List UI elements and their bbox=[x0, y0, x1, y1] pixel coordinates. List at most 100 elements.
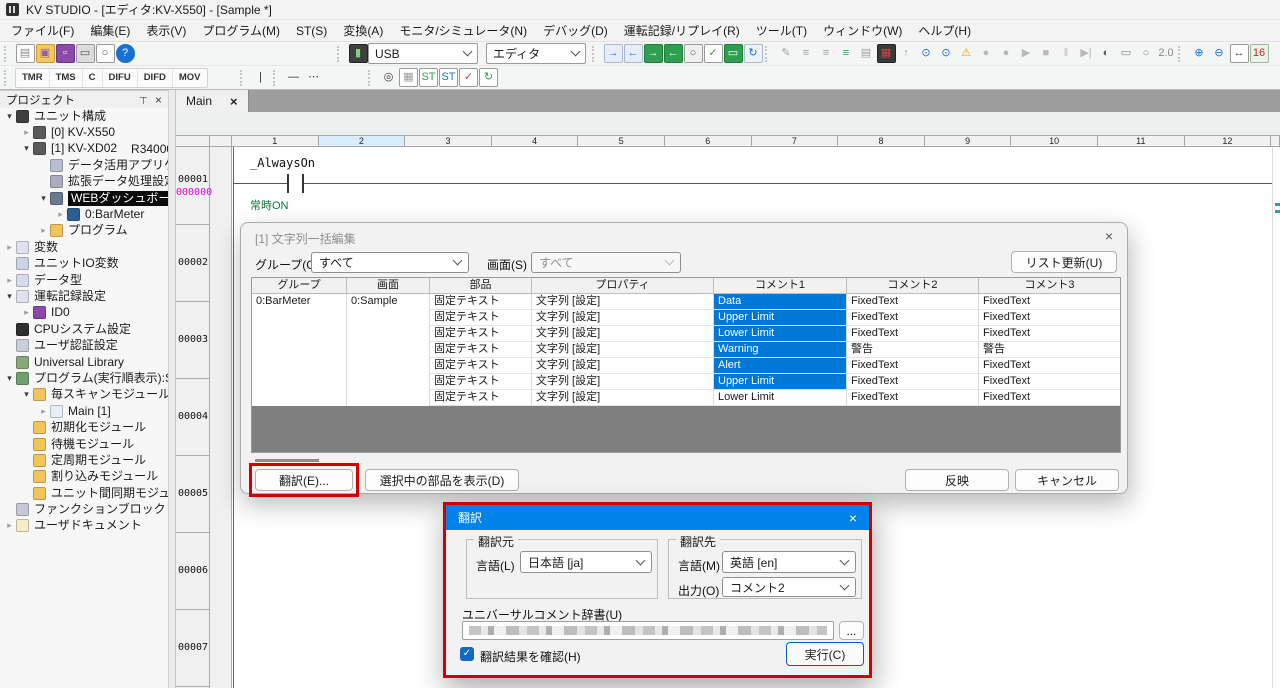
tree-item-21[interactable]: 定周期モジュール bbox=[0, 452, 168, 468]
play-icon[interactable]: ▶ bbox=[1017, 44, 1036, 63]
table-row-6[interactable]: 固定テキスト文字列 [設定]Upper LimitFixedTextFixedT… bbox=[252, 374, 1120, 390]
tree-item-9[interactable]: ユニットIO変数 bbox=[0, 256, 168, 272]
panel-close-icon[interactable]: × bbox=[155, 93, 162, 107]
plc-write-icon[interactable]: → bbox=[644, 44, 663, 63]
script-check-icon[interactable]: ✓ bbox=[459, 68, 478, 87]
instruction-button-difu[interactable]: DIFU bbox=[103, 69, 138, 87]
expander-closed-icon[interactable]: ▸ bbox=[3, 275, 16, 286]
contact-symbol-icon[interactable]: | bbox=[251, 68, 270, 87]
print-preview-icon[interactable]: ○ bbox=[96, 44, 115, 63]
menu-item-8[interactable]: デバッグ(D) bbox=[535, 20, 616, 41]
expander-closed-icon[interactable]: ▸ bbox=[37, 225, 50, 236]
plc-comm-icon[interactable]: ▮ bbox=[349, 44, 368, 63]
tree-item-5[interactable]: ▾WEBダッシュボード bbox=[0, 190, 168, 206]
monitor-run-icon[interactable]: ▭ bbox=[724, 44, 743, 63]
translate-button[interactable]: 翻訳(E)... bbox=[255, 469, 353, 491]
table-column-header-3[interactable]: 部品 bbox=[430, 278, 532, 294]
horizontal-scrollbar-thumb[interactable] bbox=[255, 459, 319, 462]
tree-item-8[interactable]: ▸変数 bbox=[0, 239, 168, 255]
expander-closed-icon[interactable]: ▸ bbox=[37, 406, 50, 417]
line-dashed-icon[interactable]: ⋯ bbox=[304, 68, 323, 87]
expander-closed-icon[interactable]: ▸ bbox=[54, 209, 67, 220]
monitor-alert-icon[interactable]: ⚠ bbox=[957, 44, 976, 63]
apply-button[interactable]: 反映 bbox=[905, 469, 1009, 491]
expander-closed-icon[interactable]: ▸ bbox=[3, 520, 16, 531]
expander-open-icon[interactable]: ▾ bbox=[20, 389, 33, 400]
expander-open-icon[interactable]: ▾ bbox=[3, 291, 16, 302]
help-icon[interactable]: ? bbox=[116, 44, 135, 63]
record-stop-icon[interactable]: ● bbox=[997, 44, 1016, 63]
menu-item-11[interactable]: ウィンドウ(W) bbox=[815, 20, 910, 41]
table-column-header-1[interactable]: グループ bbox=[252, 278, 347, 294]
cancel-button[interactable]: キャンセル bbox=[1015, 469, 1119, 491]
menu-item-2[interactable]: 編集(E) bbox=[82, 20, 138, 41]
instruction-button-mov[interactable]: MOV bbox=[173, 69, 207, 87]
table-column-header-2[interactable]: 画面 bbox=[347, 278, 430, 294]
plc-read-icon[interactable]: ← bbox=[664, 44, 683, 63]
tree-item-23[interactable]: ユニット間同期モジュール bbox=[0, 485, 168, 501]
panel-splitter[interactable] bbox=[168, 90, 176, 688]
stop-icon[interactable]: ■ bbox=[1037, 44, 1056, 63]
fit-width-icon[interactable]: ↔ bbox=[1230, 44, 1249, 63]
execute-button[interactable]: 実行(C) bbox=[786, 642, 864, 666]
timer-icon[interactable]: ○ bbox=[1137, 44, 1156, 63]
zoom-in-icon[interactable]: ⊕ bbox=[1190, 44, 1209, 63]
tab-close-icon[interactable]: × bbox=[230, 94, 238, 109]
tree-item-17[interactable]: ▾毎スキャンモジュール bbox=[0, 387, 168, 403]
tree-item-3[interactable]: データ活用アプリケーシ bbox=[0, 157, 168, 173]
table-row-3[interactable]: 固定テキスト文字列 [設定]Lower LimitFixedTextFixedT… bbox=[252, 326, 1120, 342]
table-row-7[interactable]: 固定テキスト文字列 [設定]Lower LimitFixedTextFixedT… bbox=[252, 390, 1120, 406]
instruction-button-tms[interactable]: TMS bbox=[50, 69, 83, 87]
tree-item-24[interactable]: ファンクションブロック bbox=[0, 501, 168, 517]
menu-item-9[interactable]: 運転記録/リプレイ(R) bbox=[616, 20, 748, 41]
program-check-icon[interactable]: ✓ bbox=[704, 44, 723, 63]
pin-icon[interactable]: ⊥ bbox=[139, 94, 148, 105]
table-column-header-5[interactable]: コメント1 bbox=[714, 278, 847, 294]
pause-icon[interactable]: ‖ bbox=[1057, 44, 1076, 63]
table-row-4[interactable]: 固定テキスト文字列 [設定]Warning警告警告 bbox=[252, 342, 1120, 358]
tree-item-0[interactable]: ▾ユニット構成 bbox=[0, 108, 168, 124]
tree-item-15[interactable]: Universal Library bbox=[0, 354, 168, 370]
verify-icon[interactable]: ○ bbox=[684, 44, 703, 63]
tree-item-6[interactable]: ▸0:BarMeter bbox=[0, 206, 168, 222]
line-solid-icon[interactable]: — bbox=[284, 68, 303, 87]
tree-item-19[interactable]: 初期化モジュール bbox=[0, 419, 168, 435]
monitor-read-icon[interactable]: → bbox=[604, 44, 623, 63]
st-editor-icon[interactable]: ST bbox=[419, 68, 438, 87]
menu-item-6[interactable]: 変換(A) bbox=[335, 20, 391, 41]
menu-item-10[interactable]: ツール(T) bbox=[748, 20, 815, 41]
tree-item-2[interactable]: ▾[1] KV-XD02R34000 bbox=[0, 141, 168, 157]
table-row-2[interactable]: 固定テキスト文字列 [設定]Upper LimitFixedTextFixedT… bbox=[252, 310, 1120, 326]
menu-item-1[interactable]: ファイル(F) bbox=[3, 20, 82, 41]
expander-closed-icon[interactable]: ▸ bbox=[20, 307, 33, 318]
show-selected-parts-button[interactable]: 選択中の部品を表示(D) bbox=[365, 469, 519, 491]
table-column-header-7[interactable]: コメント3 bbox=[979, 278, 1120, 294]
scan-time-icon[interactable]: 2.0 bbox=[1157, 44, 1176, 63]
step-icon[interactable]: ▶| bbox=[1077, 44, 1096, 63]
tree-item-16[interactable]: ▾プログラム(実行順表示):Samp bbox=[0, 370, 168, 386]
menu-item-3[interactable]: 表示(V) bbox=[138, 20, 194, 41]
st-box-icon[interactable]: ST bbox=[439, 68, 458, 87]
monitor-write-icon[interactable]: ← bbox=[624, 44, 643, 63]
expander-closed-icon[interactable]: ▸ bbox=[20, 127, 33, 138]
find-device-icon[interactable]: ◎ bbox=[379, 68, 398, 87]
device-comment-icon[interactable]: ≡ bbox=[817, 44, 836, 63]
replay-icon[interactable]: ◐ bbox=[1097, 44, 1116, 63]
tree-item-12[interactable]: ▸ID0 bbox=[0, 305, 168, 321]
table-column-header-6[interactable]: コメント2 bbox=[847, 278, 979, 294]
table-row-5[interactable]: 固定テキスト文字列 [設定]AlertFixedTextFixedText bbox=[252, 358, 1120, 374]
stopwatch-icon[interactable]: ⊙ bbox=[917, 44, 936, 63]
open-file-icon[interactable]: ▣ bbox=[36, 44, 55, 63]
tree-item-4[interactable]: 拡張データ処理設定 bbox=[0, 174, 168, 190]
menu-item-12[interactable]: ヘルプ(H) bbox=[910, 20, 979, 41]
usage-list-icon[interactable]: ▤ bbox=[857, 44, 876, 63]
table-row-1[interactable]: 0:BarMeter0:Sample固定テキスト文字列 [設定]DataFixe… bbox=[252, 294, 1120, 310]
output-combo[interactable]: コメント2 bbox=[722, 577, 856, 597]
instruction-button-difd[interactable]: DIFD bbox=[138, 69, 173, 87]
calculator-icon[interactable]: ▦ bbox=[877, 44, 896, 63]
tree-item-1[interactable]: ▸[0] KV-X550 bbox=[0, 124, 168, 140]
source-language-combo[interactable]: 日本語 [ja] bbox=[520, 551, 652, 573]
device-list-icon[interactable]: ≡ bbox=[797, 44, 816, 63]
new-file-icon[interactable]: ▤ bbox=[16, 44, 35, 63]
expander-open-icon[interactable]: ▾ bbox=[3, 373, 16, 384]
